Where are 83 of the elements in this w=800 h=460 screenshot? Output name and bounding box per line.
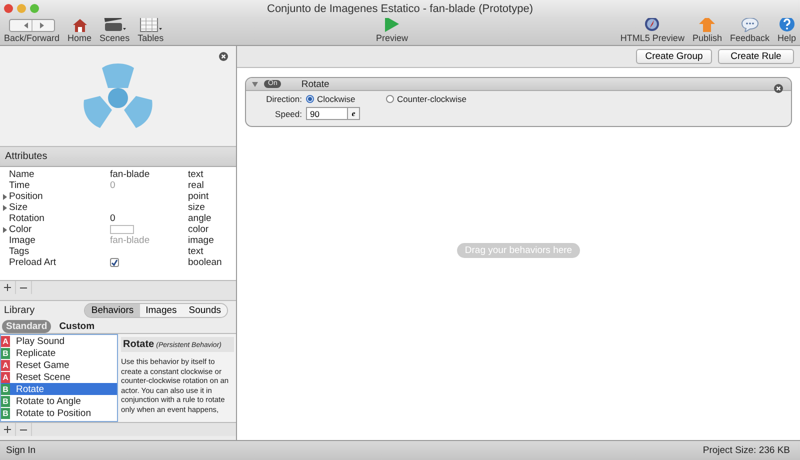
help-button[interactable]: Help — [776, 16, 798, 43]
attribute-type: text — [188, 169, 204, 180]
scenes-button[interactable]: Scenes — [98, 17, 132, 43]
attribute-type: text — [188, 246, 204, 257]
sign-in-link[interactable]: Sign In — [6, 445, 36, 456]
radio-option[interactable]: Clockwise — [306, 94, 386, 104]
behavior-item[interactable]: B Replicate — [1, 347, 117, 359]
speech-bubble-icon — [740, 17, 759, 32]
attribute-type: point — [188, 191, 210, 202]
behavior-item[interactable]: B Rotate to Angle — [1, 395, 117, 407]
close-button[interactable] — [4, 4, 13, 13]
attribute-type: boolean — [188, 257, 223, 268]
behavior-item[interactable]: A Play Sound — [1, 335, 117, 347]
remove-behavior-icon[interactable] — [774, 84, 783, 93]
behavior-type-badge: B — [1, 396, 10, 406]
behavior-item[interactable]: B Rotate — [1, 383, 117, 395]
window-title: Conjunto de Imagenes Estatico - fan-blade (Prototype) — [267, 3, 533, 15]
tables-button[interactable]: Tables — [136, 17, 166, 43]
attributes-header: Attributes — [0, 147, 236, 167]
fan-blade-drawing — [82, 62, 154, 130]
attribute-type: real — [188, 180, 205, 191]
minus-icon — [20, 428, 27, 430]
attribute-type: image — [188, 235, 215, 246]
action-button[interactable]: Create Rule — [718, 49, 794, 64]
house-icon — [72, 18, 88, 32]
speed-field[interactable]: 90 e — [306, 107, 360, 120]
attribute-name: Image — [8, 235, 36, 246]
behavior-type-badge: B — [1, 384, 10, 394]
behavior-title: Rotate — [301, 78, 330, 90]
library-tab[interactable]: Images — [140, 304, 183, 316]
color-swatch[interactable] — [110, 225, 134, 234]
attribute-type: angle — [188, 213, 212, 224]
attribute-name: Rotation — [8, 213, 46, 224]
behavior-type-badge: A — [1, 372, 10, 382]
attribute-name: Position — [0, 191, 110, 202]
library-tab[interactable]: Sounds — [182, 304, 227, 316]
behavior-type-badge: B — [1, 408, 10, 418]
plus-icon — [4, 284, 11, 291]
disclosure-triangle-icon[interactable] — [252, 82, 258, 86]
attribute-name: Time — [8, 180, 31, 191]
behavior-type-badge: A — [1, 360, 10, 370]
html5-button[interactable]: HTML5 Preview — [618, 16, 686, 43]
filter-tab[interactable]: Custom — [55, 320, 99, 332]
plus-icon — [4, 426, 11, 433]
radio-button[interactable] — [386, 95, 394, 103]
home-button[interactable]: Home — [66, 18, 94, 43]
play-icon — [385, 16, 399, 32]
project-size: Project Size: 236 KB — [702, 445, 790, 456]
behavior-type-badge: B — [1, 348, 10, 358]
help-icon — [778, 16, 795, 32]
attribute-name: Color — [0, 224, 110, 235]
attribute-value: fan-blade — [110, 169, 151, 180]
attribute-name: Name — [8, 169, 36, 180]
direction-label: Direction: — [265, 94, 303, 104]
attribute-type: color — [188, 224, 210, 235]
attribute-value: 0 — [110, 213, 116, 224]
behavior-type-badge: A — [1, 336, 10, 346]
feedback-button[interactable]: Feedback — [728, 17, 772, 43]
publish-button[interactable]: Publish — [690, 16, 724, 43]
radio-button[interactable] — [306, 95, 314, 103]
attribute-name: Preload Art — [8, 257, 57, 268]
speed-label: Speed: — [274, 108, 303, 118]
clapperboard-icon — [104, 17, 126, 32]
compass-icon — [644, 16, 660, 32]
action-button[interactable]: Create Group — [636, 49, 712, 64]
library-title: Library — [4, 304, 35, 316]
backforward-button[interactable]: Back/Forward — [2, 19, 62, 43]
attribute-type: size — [188, 202, 206, 213]
radio-option[interactable]: Counter-clockwise — [386, 94, 526, 104]
attribute-name: Size — [0, 202, 110, 213]
up-arrow-icon — [699, 16, 716, 32]
behavior-item[interactable]: A Reset Scene — [1, 371, 117, 383]
library-tab[interactable]: Behaviors — [85, 304, 140, 316]
behavior-item[interactable]: B Rotate to Position — [1, 407, 117, 419]
attribute-name: Tags — [8, 246, 30, 257]
expression-button[interactable]: e — [347, 108, 359, 119]
close-icon[interactable] — [219, 52, 228, 61]
checkbox[interactable] — [110, 258, 119, 267]
attribute-value: 0 — [110, 180, 116, 191]
preview-button[interactable]: Preview — [374, 16, 410, 43]
minus-icon — [20, 286, 27, 288]
attribute-value: fan-blade — [110, 235, 151, 246]
behavior-item[interactable]: A Reset Game — [1, 359, 117, 371]
